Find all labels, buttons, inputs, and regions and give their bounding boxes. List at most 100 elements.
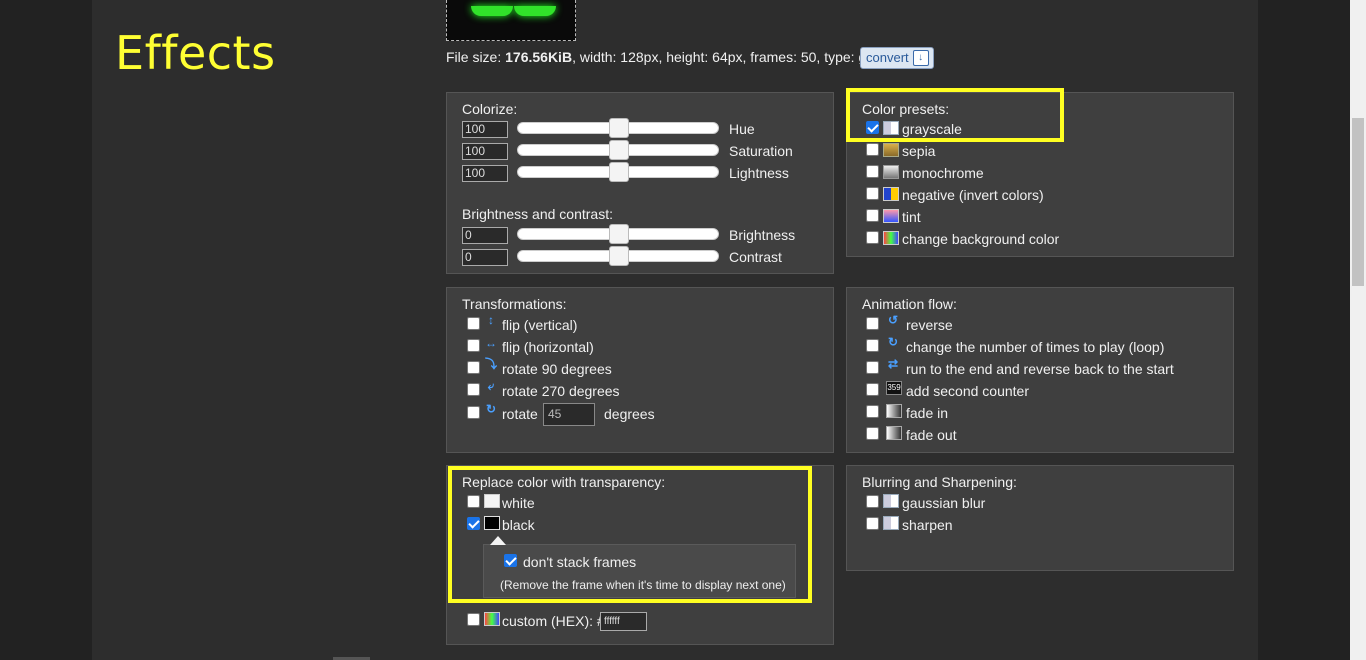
loop-label: change the number of times to play (loop…	[906, 339, 1165, 355]
reverse-icon: ↺	[887, 313, 899, 327]
custom-hex-input[interactable]: ffffff	[600, 612, 647, 631]
rotate-90-label: rotate 90 degrees	[502, 361, 612, 377]
loop-icon: ↻	[887, 335, 899, 349]
negative-checkbox[interactable]	[866, 187, 879, 200]
run-reverse-label: run to the end and reverse back to the s…	[906, 361, 1174, 377]
sepia-icon	[883, 143, 899, 157]
gaussian-blur-icon	[883, 494, 899, 508]
reverse-checkbox[interactable]	[866, 317, 879, 330]
loop-checkbox[interactable]	[866, 339, 879, 352]
negative-icon	[883, 187, 899, 201]
sepia-label: sepia	[902, 143, 936, 159]
flip-horizontal-icon: ↔	[485, 336, 497, 350]
background-color-icon	[883, 231, 899, 245]
file-info-details: , width: 128px, height: 64px, frames: 50…	[572, 49, 874, 65]
rotate-custom-checkbox[interactable]	[467, 406, 480, 419]
sharpen-checkbox[interactable]	[866, 517, 879, 530]
rotate-270-label: rotate 270 degrees	[502, 383, 620, 399]
file-size: 176.56KiB	[505, 49, 573, 65]
shuffle-icon: ⇄	[887, 357, 899, 371]
custom-color-icon	[484, 612, 500, 626]
rotate-custom-icon: ↻	[485, 402, 497, 416]
fade-in-icon	[886, 404, 902, 418]
brightness-input[interactable]: 0	[462, 227, 508, 244]
second-counter-checkbox[interactable]	[866, 383, 879, 396]
custom-hex-checkbox[interactable]	[467, 613, 480, 626]
lightness-input[interactable]: 100	[462, 165, 508, 182]
monochrome-icon	[883, 165, 899, 179]
brightness-label: Brightness	[729, 227, 796, 243]
flip-vertical-checkbox[interactable]	[467, 317, 480, 330]
contrast-slider[interactable]	[517, 246, 719, 266]
preview-glow-left	[471, 6, 513, 16]
page-scrollbar[interactable]	[1350, 0, 1366, 660]
tint-label: tint	[902, 209, 921, 225]
sepia-checkbox[interactable]	[866, 143, 879, 156]
fade-out-label: fade out	[906, 427, 957, 443]
rotate-90-checkbox[interactable]	[467, 361, 480, 374]
page-title: Effects	[115, 26, 276, 80]
counter-icon: 359	[886, 381, 902, 395]
lightness-slider-knob[interactable]	[609, 162, 629, 182]
lightness-slider[interactable]	[517, 162, 719, 182]
rotate-degrees-input[interactable]: 45	[543, 403, 595, 426]
degrees-label: degrees	[604, 406, 655, 422]
transformations-title: Transformations:	[462, 296, 567, 312]
fade-in-checkbox[interactable]	[866, 405, 879, 418]
brightness-contrast-title: Brightness and contrast:	[462, 206, 613, 222]
fade-out-checkbox[interactable]	[866, 427, 879, 440]
gaussian-blur-label: gaussian blur	[902, 495, 986, 511]
gaussian-blur-checkbox[interactable]	[866, 495, 879, 508]
flip-vertical-label: flip (vertical)	[502, 317, 578, 333]
tint-icon	[883, 209, 899, 223]
lightness-label: Lightness	[729, 165, 789, 181]
file-info: File size: 176.56KiB, width: 128px, heig…	[446, 49, 873, 65]
custom-hex-label: custom (HEX): #	[502, 613, 605, 629]
brightness-slider-knob[interactable]	[609, 224, 629, 244]
transparency-highlight	[448, 466, 812, 603]
negative-label: negative (invert colors)	[902, 187, 1044, 203]
download-icon: ↓	[912, 50, 929, 66]
saturation-slider[interactable]	[517, 140, 719, 160]
contrast-slider-knob[interactable]	[609, 246, 629, 266]
sharpen-label: sharpen	[902, 517, 953, 533]
brightness-slider[interactable]	[517, 224, 719, 244]
rotate-270-checkbox[interactable]	[467, 383, 480, 396]
hue-slider[interactable]	[517, 118, 719, 138]
second-counter-label: add second counter	[906, 383, 1029, 399]
background-color-label: change background color	[902, 231, 1060, 247]
convert-button[interactable]: convert ↓	[860, 47, 934, 69]
flip-horizontal-checkbox[interactable]	[467, 339, 480, 352]
hue-input[interactable]: 100	[462, 121, 508, 138]
monochrome-label: monochrome	[902, 165, 984, 181]
saturation-label: Saturation	[729, 143, 793, 159]
gif-preview	[446, 0, 576, 41]
saturation-input[interactable]: 100	[462, 143, 508, 160]
rotate-270-icon: ⤶	[487, 379, 495, 393]
contrast-label: Contrast	[729, 249, 782, 265]
blur-sharpen-title: Blurring and Sharpening:	[862, 474, 1017, 490]
flip-horizontal-label: flip (horizontal)	[502, 339, 594, 355]
colorize-panel	[446, 92, 834, 274]
sharpen-icon	[883, 516, 899, 530]
tint-checkbox[interactable]	[866, 209, 879, 222]
file-info-prefix: File size:	[446, 49, 502, 65]
background-color-checkbox[interactable]	[866, 231, 879, 244]
convert-label: convert	[866, 50, 909, 65]
contrast-input[interactable]: 0	[462, 249, 508, 266]
reverse-label: reverse	[906, 317, 953, 333]
hue-slider-knob[interactable]	[609, 118, 629, 138]
preview-glow-right	[514, 6, 556, 16]
fade-out-icon	[886, 426, 902, 440]
run-reverse-checkbox[interactable]	[866, 361, 879, 374]
animation-flow-title: Animation flow:	[862, 296, 957, 312]
saturation-slider-knob[interactable]	[609, 140, 629, 160]
hue-label: Hue	[729, 121, 755, 137]
colorize-title: Colorize:	[462, 101, 518, 117]
fade-in-label: fade in	[906, 405, 949, 421]
rotate-custom-label: rotate	[502, 406, 538, 422]
rotate-90-icon: ⤵	[484, 357, 497, 371]
grayscale-highlight	[846, 88, 1064, 142]
monochrome-checkbox[interactable]	[866, 165, 879, 178]
scrollbar-thumb[interactable]	[1352, 118, 1364, 286]
